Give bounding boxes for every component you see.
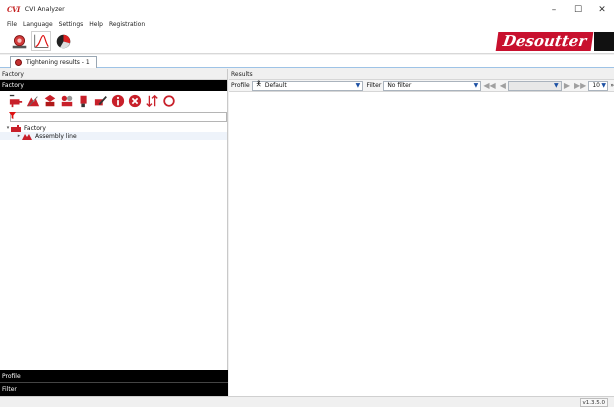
page-size-value: 10 <box>592 82 600 89</box>
menu-help[interactable]: Help <box>89 21 103 28</box>
add-station-icon <box>44 94 55 107</box>
filter-value: No filter <box>387 82 412 89</box>
statistics-button[interactable] <box>53 31 73 51</box>
filter-select[interactable]: No filter ▼ <box>383 80 482 91</box>
tightening-results-button[interactable] <box>9 31 29 51</box>
more-options-icon[interactable]: » <box>610 82 614 89</box>
main-toolbar: Desoutter <box>0 30 614 54</box>
refresh-button[interactable] <box>161 94 176 109</box>
tightening-results-icon <box>12 34 26 48</box>
curves-button[interactable] <box>31 31 51 51</box>
left-bottom-sections: Profile Filter <box>0 370 228 396</box>
filter-section-header[interactable]: Filter <box>0 383 228 396</box>
add-group-button[interactable] <box>59 94 74 109</box>
results-panel: Results Profile 🯅 Default ▼ Filter No fi… <box>229 69 614 396</box>
factory-tree: ▾ Factory ▸ Assembly line <box>0 123 227 140</box>
next-page-icon[interactable]: ▶ <box>564 81 570 90</box>
factory-section-header[interactable]: Factory <box>0 80 227 91</box>
add-station-button[interactable] <box>42 94 57 109</box>
sort-icon <box>145 94 158 108</box>
tab-tightening-results[interactable]: Tightening results - 1 <box>10 56 97 68</box>
tree-item-factory[interactable]: ▾ Factory <box>0 124 227 132</box>
chevron-down-icon: ▼ <box>601 82 606 89</box>
window-controls: – ☐ ✕ <box>542 0 614 19</box>
menu-settings[interactable]: Settings <box>59 21 84 28</box>
app-logo-icon: CVI <box>7 5 20 14</box>
app-window: CVI CVI Analyzer – ☐ ✕ File Language Set… <box>0 0 614 407</box>
tab-label: Tightening results - 1 <box>26 59 90 66</box>
add-tool-button[interactable] <box>76 94 91 109</box>
maximize-button[interactable]: ☐ <box>566 0 590 19</box>
factory-icon <box>11 124 21 132</box>
assembly-line-icon <box>22 133 32 140</box>
statistics-icon <box>56 34 70 48</box>
previous-page-icon[interactable]: ◀ <box>500 81 506 90</box>
factory-toolbar <box>0 91 227 111</box>
edit-button[interactable] <box>93 94 108 109</box>
add-controller-icon <box>9 94 22 108</box>
add-controller-button[interactable] <box>8 94 23 109</box>
page-select[interactable]: ▼ <box>507 80 562 91</box>
document-tab-strip: Tightening results - 1 <box>0 55 614 68</box>
factory-panel-header: Factory <box>0 69 227 80</box>
close-button[interactable]: ✕ <box>590 0 614 19</box>
tree-item-label: Factory <box>24 124 46 132</box>
info-button[interactable] <box>110 94 125 109</box>
minimize-button[interactable]: – <box>542 0 566 19</box>
status-bar: v1.3.5.0 <box>0 396 614 407</box>
tightening-results-icon <box>15 59 22 66</box>
add-tool-icon <box>80 95 87 108</box>
desoutter-logo: Desoutter <box>495 32 594 51</box>
chevron-down-icon: ▼ <box>473 82 479 89</box>
menu-registration[interactable]: Registration <box>109 21 145 28</box>
factory-filter-input[interactable] <box>10 112 227 122</box>
profile-value: Default <box>264 82 287 89</box>
sort-button[interactable] <box>144 94 159 109</box>
first-page-icon[interactable]: ◀◀ <box>483 81 495 90</box>
chevron-down-icon: ▼ <box>554 82 559 89</box>
profile-select[interactable]: 🯅 Default ▼ <box>251 80 364 91</box>
profile-label: Profile <box>231 82 250 89</box>
profile-section-header[interactable]: Profile <box>0 370 228 383</box>
refresh-icon <box>162 95 175 107</box>
menu-bar: File Language Settings Help Registration <box>0 19 614 30</box>
delete-button[interactable] <box>127 94 142 109</box>
title-bar: CVI CVI Analyzer – ☐ ✕ <box>0 0 614 19</box>
desoutter-mark-icon <box>594 32 614 51</box>
filter-label: Filter <box>366 82 382 89</box>
curves-icon <box>33 34 49 48</box>
add-assembly-line-icon <box>26 96 39 107</box>
results-panel-header: Results <box>229 69 614 80</box>
chevron-down-icon: ▼ <box>355 82 361 89</box>
window-title: CVI Analyzer <box>24 6 65 13</box>
page-size-select[interactable]: 10 ▼ <box>588 80 609 91</box>
filter-funnel-icon <box>9 112 16 119</box>
factory-panel: Factory Factory ▾ Factory ▸ Assembly lin… <box>0 69 228 396</box>
factory-filter-row <box>0 111 227 123</box>
info-icon <box>111 94 124 108</box>
person-icon: 🯅 <box>255 80 262 88</box>
menu-file[interactable]: File <box>7 21 17 28</box>
version-label: v1.3.5.0 <box>579 398 608 407</box>
results-toolbar: Profile 🯅 Default ▼ Filter No filter ▼ ◀… <box>229 80 614 92</box>
delete-icon <box>128 94 141 108</box>
tree-item-label: Assembly line <box>35 132 77 140</box>
tree-item-assembly-line[interactable]: ▸ Assembly line <box>0 132 227 140</box>
menu-language[interactable]: Language <box>23 21 53 28</box>
last-page-icon[interactable]: ▶▶ <box>574 81 586 90</box>
edit-icon <box>94 96 107 106</box>
add-assembly-line-button[interactable] <box>25 94 40 109</box>
add-group-icon <box>61 95 72 107</box>
